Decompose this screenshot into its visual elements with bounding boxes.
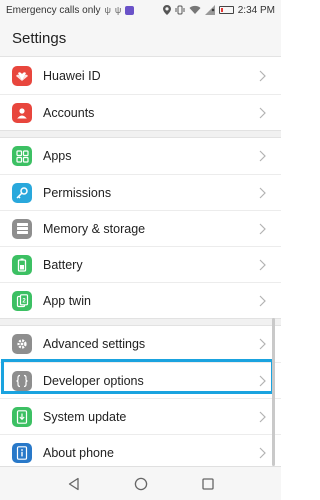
chevron-right-icon	[255, 149, 269, 163]
settings-item-about-phone[interactable]: About phone	[0, 434, 281, 470]
settings-item-label: Accounts	[43, 105, 95, 120]
settings-item-label: About phone	[43, 445, 114, 460]
app-twin-icon: 2	[12, 290, 32, 311]
settings-group: Advanced settings Developer options System…	[0, 326, 281, 470]
battery-icon	[12, 254, 32, 275]
chevron-right-icon	[255, 337, 269, 351]
vibrate-icon	[175, 5, 185, 15]
settings-item-app-twin[interactable]: 2 App twin	[0, 282, 281, 318]
settings-item-huawei-id[interactable]: Huawei ID	[0, 58, 281, 94]
settings-item-label: Memory & storage	[43, 221, 146, 236]
group-separator	[0, 318, 281, 326]
storage-icon	[12, 218, 32, 239]
chevron-right-icon	[255, 222, 269, 236]
chevron-right-icon	[255, 186, 269, 200]
settings-list: Huawei ID Accounts Apps Permissions Memory &…	[0, 58, 281, 470]
braces-icon	[12, 370, 32, 391]
system-update-icon	[12, 406, 32, 427]
huawei-logo-icon	[12, 66, 32, 86]
settings-header: Settings	[0, 20, 281, 57]
settings-item-accounts[interactable]: Accounts	[0, 94, 281, 130]
recents-icon[interactable]	[197, 473, 219, 495]
settings-item-label: System update	[43, 409, 127, 424]
settings-item-battery[interactable]: Battery	[0, 246, 281, 282]
status-left: Emergency calls only ψ ψ	[6, 5, 163, 16]
settings-item-apps[interactable]: Apps	[0, 138, 281, 174]
settings-item-system-update[interactable]: System update	[0, 398, 281, 434]
carrier-text: Emergency calls only	[6, 4, 101, 16]
gear-icon	[12, 334, 32, 354]
scrollbar[interactable]	[272, 318, 275, 466]
location-icon	[162, 5, 171, 15]
chevron-right-icon	[255, 294, 269, 308]
notification-app-icon	[125, 5, 135, 15]
settings-group: Huawei ID Accounts	[0, 58, 281, 130]
wifi-icon	[189, 5, 201, 15]
settings-item-label: Advanced settings	[43, 337, 146, 351]
group-separator	[0, 130, 281, 138]
settings-item-permissions[interactable]: Permissions	[0, 174, 281, 210]
account-icon	[12, 102, 32, 123]
status-bar: Emergency calls only ψ ψ 2:34 PM	[0, 0, 281, 20]
settings-item-label: Developer options	[43, 373, 144, 388]
battery-status-icon	[218, 6, 234, 14]
settings-item-label: Permissions	[43, 185, 112, 200]
home-icon[interactable]	[130, 473, 152, 495]
page-title: Settings	[12, 30, 67, 47]
chevron-right-icon	[255, 69, 269, 83]
signal-icon	[204, 5, 215, 15]
settings-item-developer-options[interactable]: Developer options	[0, 362, 281, 398]
back-icon[interactable]	[63, 473, 85, 495]
chevron-right-icon	[255, 258, 269, 272]
status-right: 2:34 PM	[162, 4, 275, 16]
usb-icon: ψ	[104, 5, 111, 15]
chevron-right-icon	[255, 410, 269, 424]
chevron-right-icon	[255, 374, 269, 388]
settings-item-advanced-settings[interactable]: Advanced settings	[0, 326, 281, 362]
settings-item-memory-and-storage[interactable]: Memory & storage	[0, 210, 281, 246]
phone-info-icon	[12, 442, 32, 463]
settings-item-label: App twin	[43, 293, 91, 308]
navigation-bar	[0, 466, 281, 500]
settings-group: Apps Permissions Memory & storage Battery 2 A…	[0, 138, 281, 318]
usb-debug-icon: ψ	[114, 5, 122, 15]
status-time: 2:34 PM	[237, 4, 275, 16]
chevron-right-icon	[255, 106, 269, 120]
settings-item-label: Battery	[43, 257, 83, 272]
chevron-right-icon	[255, 446, 269, 460]
settings-item-label: Apps	[43, 149, 72, 163]
key-icon	[12, 182, 32, 203]
settings-item-label: Huawei ID	[43, 69, 101, 83]
apps-grid-icon	[12, 146, 32, 166]
